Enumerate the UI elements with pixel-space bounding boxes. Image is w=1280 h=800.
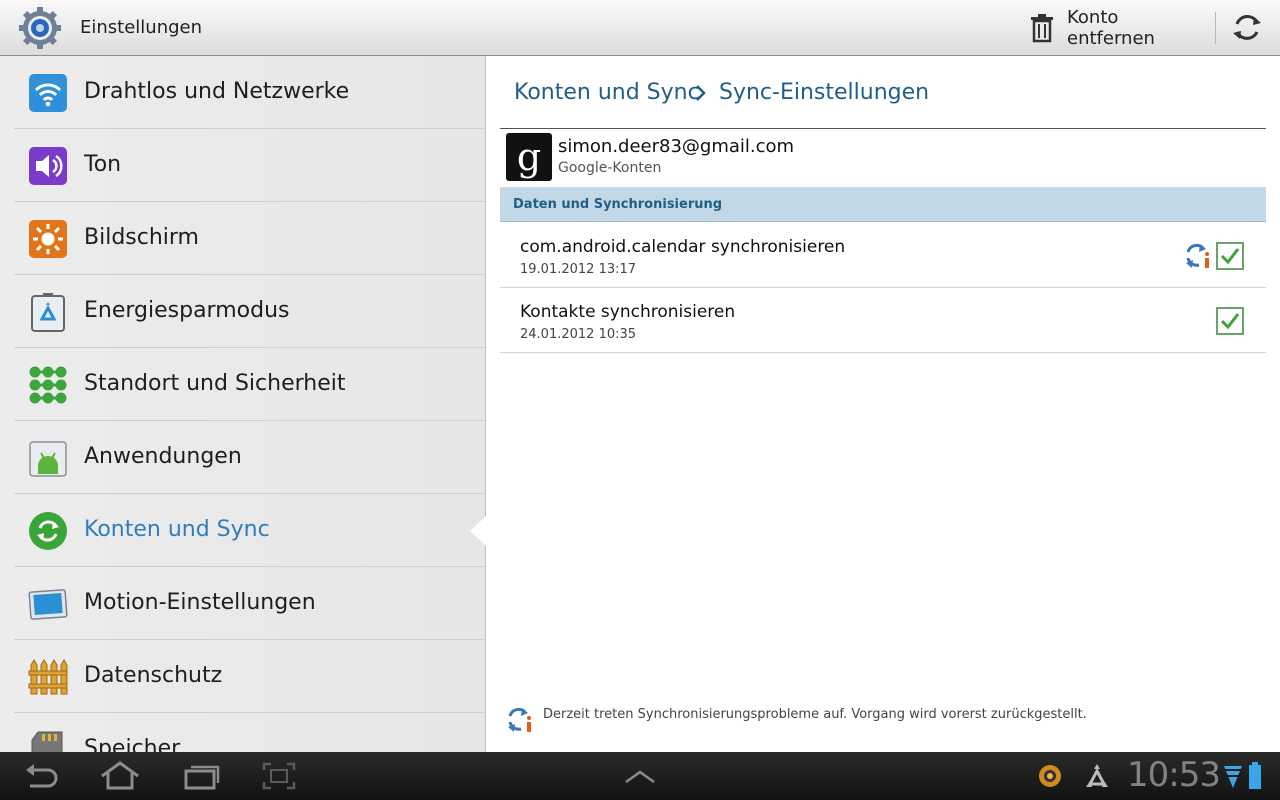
recycle-battery-icon: [28, 292, 68, 332]
sidebar-item-sound[interactable]: Ton: [14, 129, 486, 202]
header-divider: [500, 128, 1266, 129]
brightness-icon: [28, 219, 68, 259]
sync-error-icon: [1184, 240, 1212, 270]
sync-item-contacts[interactable]: Kontakte synchronisieren 24.01.2012 10:3…: [500, 288, 1266, 353]
sidebar-item-motion[interactable]: Motion-Einstellungen: [14, 567, 486, 640]
expand-up-icon[interactable]: [622, 760, 658, 792]
calendar-sync-checkbox[interactable]: [1216, 242, 1244, 270]
sidebar-item-location-security[interactable]: Standort und Sicherheit: [14, 348, 486, 421]
action-bar: Einstellungen Konto entfernen: [0, 0, 1280, 56]
remove-account-label: Konto entfernen: [1067, 7, 1155, 49]
sync-error-icon: [506, 704, 534, 734]
account-email: simon.deer83@gmail.com: [558, 136, 795, 157]
sync-problem-note: Derzeit treten Synchronisierungsprobleme…: [506, 704, 1266, 734]
sync-item-title: Kontakte synchronisieren: [520, 302, 736, 322]
back-icon[interactable]: [22, 760, 60, 792]
google-account-icon: g: [506, 133, 552, 181]
clock: 10:53: [1127, 755, 1221, 795]
sidebar-item-wireless[interactable]: Drahtlos und Netzwerke: [14, 56, 486, 129]
sidebar-item-accounts-sync[interactable]: Konten und Sync: [14, 494, 486, 567]
contacts-sync-checkbox[interactable]: [1216, 307, 1244, 335]
sidebar-item-label: Anwendungen: [84, 444, 242, 469]
battery-icon: [1248, 760, 1262, 792]
remove-account-button[interactable]: Konto entfernen: [1024, 7, 1208, 49]
sidebar-item-storage[interactable]: Speicher: [14, 713, 486, 752]
recycle-icon[interactable]: [1082, 760, 1112, 792]
sidebar-item-label: Ton: [84, 152, 122, 177]
sidebar-item-label: Speicher: [84, 736, 181, 752]
sidebar-item-display[interactable]: Bildschirm: [14, 202, 486, 275]
sync-icon: [28, 511, 68, 551]
section-header: Daten und Synchronisierung: [500, 187, 1266, 222]
sync-item-date: 19.01.2012 13:17: [520, 262, 637, 277]
location-grid-icon: [28, 365, 68, 405]
system-bar: 10:53: [0, 752, 1280, 800]
speaker-icon: [28, 146, 68, 186]
action-bar-divider: [1215, 12, 1216, 44]
sync-settings-panel: Konten und Sync Sync-Einstellungen g sim…: [486, 56, 1280, 752]
sidebar-item-label: Konten und Sync: [84, 517, 270, 542]
sidebar-item-label: Motion-Einstellungen: [84, 590, 316, 615]
section-header-label: Daten und Synchronisierung: [513, 197, 723, 212]
app-title: Einstellungen: [80, 17, 203, 38]
recent-apps-icon[interactable]: [182, 760, 222, 792]
settings-gear-icon[interactable]: [18, 6, 62, 50]
sync-item-calendar[interactable]: com.android.calendar synchronisieren 19.…: [500, 223, 1266, 288]
sync-item-title: com.android.calendar synchronisieren: [520, 237, 846, 257]
wifi-icon: [28, 73, 68, 113]
refresh-icon[interactable]: [1228, 10, 1266, 46]
notification-circle-icon[interactable]: [1036, 760, 1064, 792]
home-icon[interactable]: [98, 760, 142, 792]
selection-pointer: [470, 515, 487, 547]
sidebar-item-label: Bildschirm: [84, 225, 199, 250]
account-type: Google-Konten: [558, 160, 662, 176]
sidebar-item-power-saving[interactable]: Energiesparmodus: [14, 275, 486, 348]
google-g-letter: g: [516, 135, 542, 179]
breadcrumb-current: Sync-Einstellungen: [719, 80, 930, 105]
android-icon: [28, 438, 68, 478]
sd-card-icon: [28, 730, 68, 752]
fence-icon: [28, 657, 68, 697]
breadcrumb-parent[interactable]: Konten und Sync: [514, 80, 700, 105]
settings-sidebar: Drahtlos und Netzwerke Ton Bildschirm En…: [0, 56, 486, 752]
trash-icon: [1028, 13, 1056, 43]
sidebar-item-label: Datenschutz: [84, 663, 223, 688]
motion-tablet-icon: [28, 584, 68, 624]
sidebar-item-privacy[interactable]: Datenschutz: [14, 640, 486, 713]
wifi-signal-icon: [1222, 760, 1244, 792]
sidebar-item-applications[interactable]: Anwendungen: [14, 421, 486, 494]
sidebar-item-label: Standort und Sicherheit: [84, 371, 346, 396]
sync-item-date: 24.01.2012 10:35: [520, 327, 637, 342]
chevron-right-icon: [694, 83, 708, 103]
sidebar-item-label: Drahtlos und Netzwerke: [84, 79, 350, 104]
sidebar-item-label: Energiesparmodus: [84, 298, 290, 323]
sync-problem-text: Derzeit treten Synchronisierungsprobleme…: [543, 707, 1087, 722]
screenshot-icon[interactable]: [262, 760, 296, 792]
